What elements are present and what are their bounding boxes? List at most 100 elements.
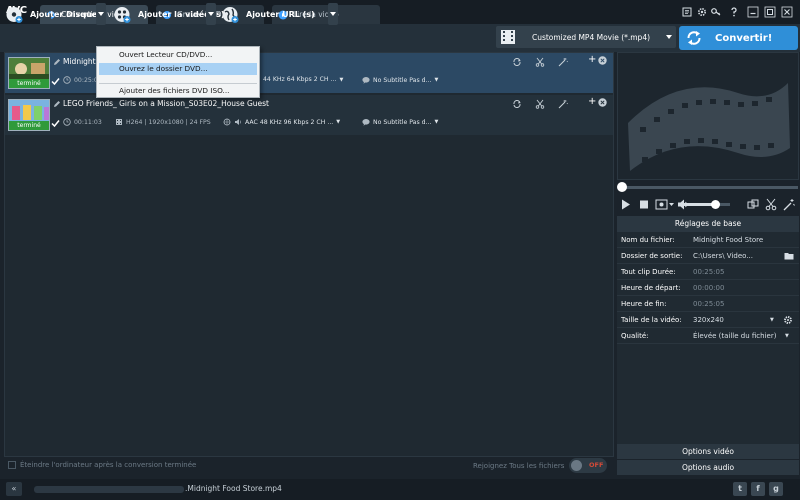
- video-thumbnail: terminé: [8, 99, 50, 131]
- facebook-icon[interactable]: f: [751, 482, 765, 496]
- chevron-down-icon[interactable]: ▼: [770, 317, 774, 323]
- join-files-toggle[interactable]: OFF: [569, 458, 607, 473]
- setting-label: Taille de la vidéo:: [621, 316, 682, 324]
- add-disc-dropdown[interactable]: [96, 3, 106, 25]
- shutdown-label: Éteindre l'ordinateur après la conversio…: [20, 461, 197, 469]
- film-icon: [116, 119, 122, 125]
- duration-value: 00:11:03: [74, 118, 102, 126]
- chevron-down-icon[interactable]: ▼: [785, 333, 789, 339]
- setting-value: 320x240: [693, 316, 724, 324]
- menu-separator: [99, 83, 257, 84]
- google-plus-icon[interactable]: g: [769, 482, 783, 496]
- subtitle-icon: [362, 119, 370, 126]
- setting-label: Qualité:: [621, 332, 649, 340]
- setting-output-folder[interactable]: Dossier de sortie: C:\Users\ Video...: [617, 248, 799, 264]
- file-duration: 00:11:03: [63, 118, 102, 126]
- close-icon[interactable]: [781, 6, 793, 18]
- volume-handle[interactable]: [711, 200, 720, 209]
- checkbox-checked-icon[interactable]: [51, 119, 60, 128]
- edit-icon[interactable]: [53, 100, 61, 108]
- remove-icon[interactable]: [598, 98, 607, 107]
- convert-icon: [687, 31, 701, 45]
- effects-icon[interactable]: [558, 57, 568, 67]
- merge-icon[interactable]: [747, 198, 759, 211]
- add-disc-menu: Ouvert Lecteur CD/DVD... Ouvrez le dossi…: [96, 46, 260, 98]
- file-title: LEGO Friends_ Girls on a Mission_S03E02_…: [63, 99, 269, 108]
- shutdown-option[interactable]: Éteindre l'ordinateur après la conversio…: [8, 461, 196, 469]
- chevron-down-icon: ▼: [339, 76, 344, 83]
- snapshot-icon[interactable]: [655, 198, 675, 211]
- shutdown-checkbox[interactable]: [8, 461, 16, 469]
- refresh-icon[interactable]: [512, 57, 522, 67]
- effects-icon[interactable]: [783, 198, 795, 211]
- add-disc-button[interactable]: Ajouter Disque: [6, 3, 97, 25]
- add-icon[interactable]: +: [588, 54, 596, 65]
- cut-icon[interactable]: [535, 57, 545, 67]
- menu-item-add-iso[interactable]: Ajouter des fichiers DVD ISO...: [99, 85, 257, 97]
- collapse-button[interactable]: «: [6, 482, 22, 496]
- toggle-knob: [571, 460, 582, 471]
- cut-icon[interactable]: [765, 198, 777, 211]
- folder-icon[interactable]: [784, 252, 794, 260]
- gear-icon[interactable]: [783, 315, 793, 325]
- video-info: H264 | 1920x1080 | 24 FPS: [115, 118, 211, 126]
- audio-track-select[interactable]: AAC 48 KHz 96 Kbps 2 CH ... ▼: [223, 118, 340, 126]
- add-video-dropdown[interactable]: [206, 3, 216, 25]
- menu-item-open-dvd-folder[interactable]: Ouvrez le dossier DVD...: [99, 63, 257, 75]
- remove-icon[interactable]: [598, 56, 607, 65]
- output-filename: .Midnight Food Store.mp4: [185, 484, 282, 493]
- key-icon[interactable]: [710, 6, 722, 18]
- add-url-dropdown[interactable]: [328, 3, 338, 25]
- subtitle-select[interactable]: No Subtitle Pas d... ▼: [362, 118, 438, 126]
- file-title: Midnight: [63, 57, 96, 66]
- thumbnail-image: [9, 58, 49, 80]
- gear-icon[interactable]: [696, 6, 708, 18]
- duration-value: 00:25:0: [74, 76, 98, 84]
- output-profile-select[interactable]: Customized MP4 Movie (*.mp4): [496, 26, 676, 48]
- audio-track-value: AAC 48 KHz 96 Kbps 2 CH ...: [245, 118, 334, 126]
- help-icon[interactable]: [728, 6, 740, 18]
- video-options-button[interactable]: Options vidéo: [617, 444, 799, 459]
- checkbox-checked-icon[interactable]: [51, 77, 60, 86]
- edit-icon[interactable]: [53, 58, 61, 66]
- setting-value: Midnight Food Store: [693, 236, 764, 244]
- subtitle-select[interactable]: No Subtitle Pas d... ▼: [362, 76, 438, 84]
- video-thumbnail: terminé: [8, 57, 50, 89]
- effects-icon[interactable]: [558, 99, 568, 109]
- setting-value: Élevée (taille du fichier): [693, 332, 777, 340]
- setting-video-size[interactable]: Taille de la vidéo: 320x240 ▼: [617, 312, 799, 328]
- add-disc-icon: [6, 6, 23, 23]
- seek-bar[interactable]: [620, 186, 798, 189]
- twitter-icon[interactable]: t: [733, 482, 747, 496]
- toggle-state: OFF: [589, 461, 604, 469]
- thumbnail-image: [9, 100, 49, 122]
- setting-value: 00:25:05: [693, 300, 725, 308]
- clock-icon: [63, 76, 71, 84]
- convert-label: Convertir!: [715, 32, 773, 44]
- chevron-down-icon: ▼: [434, 119, 439, 125]
- setting-end-time: Heure de fin: 00:25:05: [617, 296, 799, 312]
- chevron-down-icon: ▼: [434, 77, 439, 83]
- audio-options-button[interactable]: Options audio: [617, 460, 799, 475]
- output-profile-label: Customized MP4 Movie (*.mp4): [531, 32, 651, 42]
- film-icon: [501, 30, 515, 44]
- stop-icon[interactable]: [639, 199, 649, 210]
- setting-clip-duration: Tout clip Durée: 00:25:05: [617, 264, 799, 280]
- setting-file-name[interactable]: Nom du fichier: Midnight Food Store: [617, 232, 799, 248]
- film-reel-icon: [628, 83, 790, 171]
- menu-item-open-drive[interactable]: Ouvert Lecteur CD/DVD...: [99, 49, 257, 61]
- convert-button[interactable]: Convertir!: [679, 26, 798, 50]
- refresh-icon[interactable]: [512, 99, 522, 109]
- minimize-icon[interactable]: [747, 6, 759, 18]
- cut-icon[interactable]: [535, 99, 545, 109]
- play-icon[interactable]: [621, 199, 631, 210]
- file-row[interactable]: terminé LEGO Friends_ Girls on a Mission…: [5, 95, 613, 135]
- setting-quality[interactable]: Qualité: Élevée (taille du fichier) ▼: [617, 328, 799, 344]
- audio-track-select[interactable]: 44 KHz 64 Kbps 2 CH ... ▼: [263, 76, 343, 83]
- add-url-button[interactable]: Ajouter URL (s): [222, 3, 315, 25]
- maximize-icon[interactable]: [764, 6, 776, 18]
- seek-handle[interactable]: [617, 182, 627, 192]
- add-icon[interactable]: +: [588, 96, 596, 107]
- register-icon[interactable]: [681, 6, 693, 18]
- globe-icon: [222, 6, 239, 23]
